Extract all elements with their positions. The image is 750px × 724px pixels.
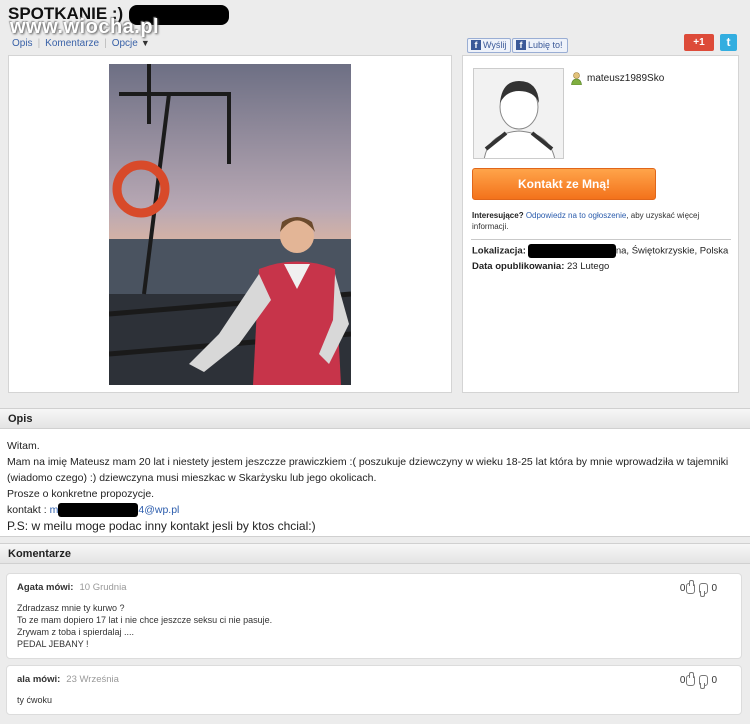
thumbs-up-icon[interactable] bbox=[686, 672, 696, 686]
user-icon bbox=[571, 72, 582, 86]
description-line: Prosze o konkretne propozycje. bbox=[7, 488, 155, 500]
location-row: Lokalizacja: na, Świętokrzyskie, Polska bbox=[472, 244, 728, 258]
comment-author: Agata mówi: bbox=[17, 582, 74, 593]
comment-votes: 00 bbox=[679, 580, 717, 595]
facebook-like-label: Lubię to! bbox=[528, 40, 563, 50]
redacted-block bbox=[58, 503, 139, 518]
comment-line: ty ćwoku bbox=[17, 695, 53, 705]
description-ps: P.S: w meilu moge podac inny kontakt jes… bbox=[7, 519, 316, 533]
google-plus-label: +1 bbox=[693, 37, 705, 48]
comment-line: Zrywam z toba i spierdalaj .... bbox=[17, 627, 135, 637]
username[interactable]: mateusz1989Sko bbox=[587, 73, 664, 84]
profile-panel: mateusz1989Sko Kontakt ze Mną! Interesuj… bbox=[462, 55, 739, 393]
comment-author: ala mówi: bbox=[17, 674, 61, 685]
reply-link[interactable]: Odpowiedz na to ogłoszenie bbox=[526, 211, 627, 220]
email-start[interactable]: m bbox=[50, 504, 59, 516]
location-label: Lokalizacja: bbox=[472, 245, 526, 257]
divider bbox=[471, 239, 731, 240]
facebook-icon: f bbox=[516, 40, 526, 50]
thumbs-up-icon[interactable] bbox=[686, 580, 696, 594]
published-row: Data opublikowania: 23 Lutego bbox=[472, 261, 609, 272]
thumbs-down-icon[interactable] bbox=[699, 675, 709, 686]
twitter-button[interactable]: t bbox=[720, 34, 737, 51]
tab-opis[interactable]: Opis bbox=[12, 38, 33, 49]
interest-text: Interesujące? Odpowiedz na to ogłoszenie… bbox=[472, 210, 732, 232]
avatar[interactable] bbox=[473, 68, 564, 159]
description-body: Witam. Mam na imię Mateusz mam 20 lat i … bbox=[0, 429, 750, 537]
location-value: na, Świętokrzyskie, Polska bbox=[615, 245, 729, 257]
upvote-count: 0 bbox=[679, 675, 686, 687]
facebook-send-button[interactable]: f Wyślij bbox=[467, 38, 512, 53]
watermark: www.wiocha.pl bbox=[10, 16, 160, 38]
redacted-block bbox=[527, 244, 616, 258]
ad-subnav: Opis | Komentarze | Opcje ▼ bbox=[12, 38, 150, 49]
comment-body: ty ćwoku bbox=[17, 694, 731, 706]
interest-label: Interesujące? bbox=[472, 211, 524, 220]
contact-label: kontakt : bbox=[7, 504, 47, 516]
chevron-down-icon[interactable]: ▼ bbox=[141, 38, 150, 48]
comment-line: PEDAL JEBANY ! bbox=[17, 639, 89, 649]
comments-heading: Komentarze bbox=[0, 543, 750, 564]
comment-line: Zdradzasz mnie ty kurwo ? bbox=[17, 603, 125, 613]
comment-date: 23 Września bbox=[66, 674, 119, 685]
description-heading: Opis bbox=[0, 408, 750, 429]
downvote-count: 0 bbox=[711, 583, 717, 595]
published-label: Data opublikowania: bbox=[472, 261, 565, 272]
published-value: 23 Lutego bbox=[567, 261, 610, 272]
comment-date: 10 Grudnia bbox=[79, 582, 127, 593]
facebook-icon: f bbox=[471, 40, 481, 50]
email-end[interactable]: 4@wp.pl bbox=[138, 504, 179, 516]
upvote-count: 0 bbox=[679, 583, 686, 595]
twitter-icon: t bbox=[726, 35, 731, 49]
tab-komentarze[interactable]: Komentarze bbox=[45, 38, 99, 49]
tab-opcje[interactable]: Opcje bbox=[112, 38, 138, 49]
contact-button[interactable]: Kontakt ze Mną! bbox=[472, 168, 656, 200]
comment-body: Zdradzasz mnie ty kurwo ? To ze mam dopi… bbox=[17, 602, 731, 650]
comment-line: To ze mam dopiero 17 lat i nie chce jesz… bbox=[17, 615, 273, 625]
contact-line: kontakt : m 4@wp.pl bbox=[7, 502, 743, 518]
description-line: Witam. bbox=[7, 440, 40, 452]
facebook-like-button[interactable]: f Lubię to! bbox=[512, 38, 568, 53]
comment-votes: 00 bbox=[679, 672, 717, 687]
comment-item: Agata mówi: 10 Grudnia 00 Zdradzasz mnie … bbox=[6, 573, 742, 659]
photo-panel bbox=[8, 55, 452, 393]
comment-item: ala mówi: 23 Września 00 ty ćwoku bbox=[6, 665, 742, 715]
facebook-send-label: Wyślij bbox=[483, 40, 507, 50]
google-plus-button[interactable]: +1 bbox=[684, 34, 714, 51]
description-line: Mam na imię Mateusz mam 20 lat i niestet… bbox=[7, 456, 729, 484]
thumbs-down-icon[interactable] bbox=[699, 583, 709, 594]
downvote-count: 0 bbox=[711, 675, 717, 687]
ad-photo[interactable] bbox=[109, 64, 351, 385]
